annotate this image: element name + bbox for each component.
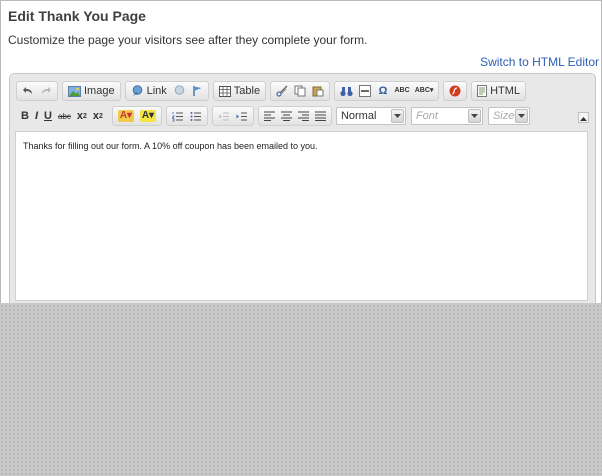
text-color-icon: A▾: [117, 110, 134, 122]
horizontal-rule-icon: [359, 85, 372, 97]
background-color-button[interactable]: A▾: [137, 107, 159, 125]
bold-button[interactable]: B: [18, 107, 32, 125]
page-subtitle: Customize the page your visitors see aft…: [8, 33, 368, 47]
size-select-placeholder: Size: [492, 110, 515, 122]
font-select-placeholder: Font: [415, 110, 438, 122]
subscript-index: 2: [83, 112, 87, 120]
html-source-button[interactable]: HTML: [474, 82, 523, 100]
paste-icon: [312, 86, 324, 97]
paste-button[interactable]: [309, 82, 327, 100]
collapse-toolbar-button[interactable]: [578, 112, 589, 123]
color-group: A▾ A▾: [111, 106, 162, 126]
toolbar-row-2: B I U abc x2 x2 A▾ A▾ Normal Font Size: [16, 106, 535, 126]
link-group: Link: [124, 81, 209, 101]
numbered-list-icon: [171, 111, 183, 121]
editor-content-area[interactable]: Thanks for filling out our form. A 10% o…: [15, 131, 588, 301]
link-button[interactable]: Link: [128, 82, 170, 100]
align-right-button[interactable]: [295, 107, 312, 125]
italic-button[interactable]: I: [32, 107, 41, 125]
align-center-icon: [280, 111, 292, 121]
horizontal-rule-button[interactable]: [356, 82, 374, 100]
superscript-button[interactable]: x2: [90, 107, 106, 125]
omega-icon: Ω: [378, 85, 388, 97]
format-select[interactable]: Normal: [335, 107, 406, 125]
unlink-icon: [174, 85, 185, 95]
source-icon: [477, 85, 488, 97]
editor-content-text: Thanks for filling out our form. A 10% o…: [23, 141, 318, 151]
redo-button[interactable]: [37, 82, 55, 100]
strikethrough-button[interactable]: abc: [55, 107, 74, 125]
table-icon: [218, 85, 231, 97]
source-group: HTML: [471, 81, 527, 101]
thank-you-page-panel: Edit Thank You Page Customize the page y…: [0, 0, 602, 303]
find-button[interactable]: [337, 82, 356, 100]
bulleted-list-button[interactable]: [187, 107, 205, 125]
image-button-label: Image: [84, 85, 115, 97]
align-center-button[interactable]: [278, 107, 295, 125]
undo-redo-group: [16, 81, 58, 101]
chevron-down-icon: [390, 109, 404, 123]
font-select[interactable]: Font: [410, 107, 483, 125]
align-left-icon: [263, 111, 275, 121]
list-group: [165, 106, 208, 126]
unlink-button[interactable]: [170, 82, 189, 100]
rich-text-editor: Image Link Table Ω ABC ABC▾ HTML B I U a…: [9, 73, 596, 303]
redo-icon: [42, 87, 51, 94]
indent-button[interactable]: [233, 107, 251, 125]
collapse-icon: [580, 117, 587, 121]
indent-icon: [236, 111, 247, 121]
table-group: Table: [212, 81, 267, 101]
binoculars-icon: [340, 86, 353, 96]
link-icon: [132, 85, 142, 96]
special-char-button[interactable]: Ω: [374, 82, 392, 100]
image-icon: [68, 85, 81, 97]
clipboard-group: [270, 81, 331, 101]
align-left-button[interactable]: [261, 107, 278, 125]
image-button[interactable]: Image: [65, 82, 118, 100]
spellcheck-as-you-type-button[interactable]: ABC▾: [412, 82, 436, 100]
tools-group: Ω ABC ABC▾: [334, 81, 440, 101]
chevron-down-icon: [514, 109, 528, 123]
anchor-button[interactable]: [189, 82, 206, 100]
justify-icon: [314, 111, 326, 121]
outdent-button[interactable]: [215, 107, 233, 125]
text-color-button[interactable]: A▾: [115, 107, 137, 125]
html-button-label: HTML: [490, 85, 521, 97]
indent-group: [211, 106, 254, 126]
spellcheck-icon: ABC: [394, 87, 410, 94]
flash-icon: [449, 85, 461, 97]
chevron-down-icon: [467, 109, 481, 123]
switch-to-html-editor-link[interactable]: Switch to HTML Editor: [480, 55, 599, 69]
numbered-list-button[interactable]: [169, 107, 187, 125]
format-select-value: Normal: [340, 110, 377, 122]
undo-button[interactable]: [19, 82, 37, 100]
flash-button[interactable]: [446, 82, 464, 100]
undo-icon: [23, 87, 32, 94]
spellcheck-dropdown-icon: ABC▾: [414, 87, 434, 94]
superscript-index: 2: [99, 112, 103, 120]
page-title: Edit Thank You Page: [8, 8, 146, 24]
highlight-color-icon: A▾: [139, 110, 156, 122]
scissors-icon: [276, 85, 288, 97]
text-style-group: B I U abc x2 x2: [16, 106, 108, 126]
cut-button[interactable]: [273, 82, 291, 100]
table-button[interactable]: Table: [216, 82, 263, 100]
insert-image-group: Image: [62, 81, 121, 101]
size-select[interactable]: Size: [487, 107, 530, 125]
toolbar-row-1: Image Link Table Ω ABC ABC▾ HTML: [16, 81, 530, 101]
subscript-button[interactable]: x2: [74, 107, 90, 125]
outdent-icon: [218, 111, 229, 121]
copy-icon: [294, 85, 306, 97]
copy-button[interactable]: [291, 82, 309, 100]
flash-group: [443, 81, 468, 101]
bulleted-list-icon: [190, 111, 201, 121]
align-group: [257, 106, 332, 126]
align-right-icon: [297, 111, 309, 121]
table-button-label: Table: [233, 85, 261, 97]
link-button-label: Link: [146, 85, 167, 97]
justify-button[interactable]: [312, 107, 329, 125]
flag-icon: [193, 86, 202, 96]
underline-button[interactable]: U: [41, 107, 55, 125]
spellcheck-button[interactable]: ABC: [392, 82, 412, 100]
